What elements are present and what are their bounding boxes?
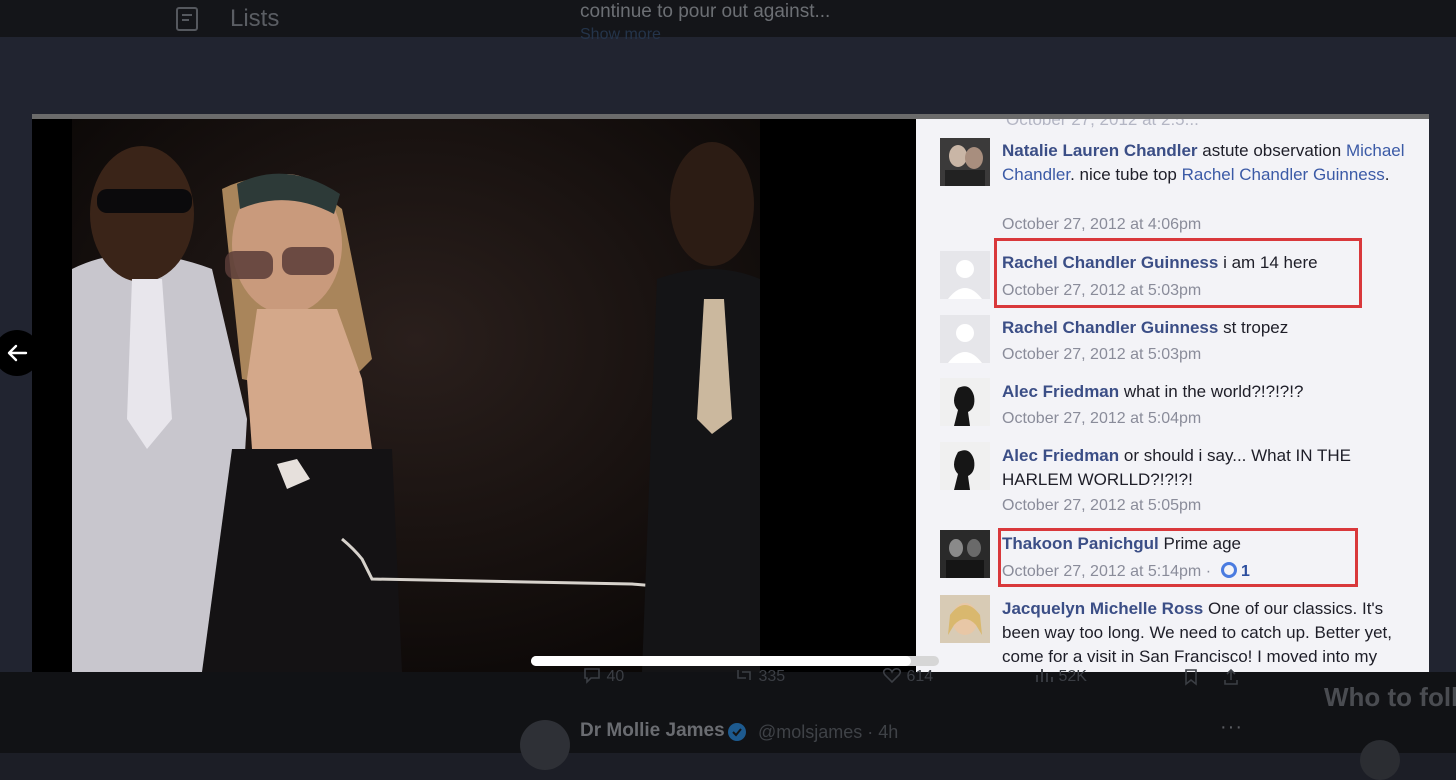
comment-date: October 27, 2012 at 4:06pm — [1002, 216, 1202, 233]
heart-icon — [882, 668, 902, 684]
commenter-name[interactable]: Thakoon Panichgul — [1002, 534, 1159, 553]
comment-body: Jacquelyn Michelle Ross One of our class… — [1002, 599, 1392, 666]
avatar — [940, 530, 990, 578]
comment-date: October 27, 2012 at 5:03pm — [1002, 282, 1202, 299]
comment-body: Rachel Chandler Guinness i am 14 here — [1002, 253, 1318, 272]
retweet-icon — [737, 670, 751, 680]
reply-icon — [584, 668, 600, 684]
like-count[interactable]: 1 — [1241, 563, 1250, 580]
retweet-action[interactable]: 335 — [734, 666, 785, 686]
avatar[interactable] — [1360, 740, 1400, 780]
lists-icon — [176, 7, 198, 31]
avatar — [940, 595, 990, 643]
comment-body: Natalie Lauren Chandler astute observati… — [1002, 141, 1405, 184]
commenter-name[interactable]: Jacquelyn Michelle Ross — [1002, 599, 1203, 618]
comments-screenshot: October 27, 2012 at 2:5... Natalie Laure… — [916, 119, 1429, 672]
like-action[interactable]: 614 — [882, 666, 933, 686]
avatar — [940, 442, 990, 490]
comment-body: Thakoon Panichgul Prime age — [1002, 534, 1241, 553]
photo-image — [72, 119, 760, 672]
share-icon[interactable] — [1222, 668, 1240, 686]
comment-body: Alec Friedman or should i say... What IN… — [1002, 446, 1351, 489]
media-viewer: October 27, 2012 at 2:5... Natalie Laure… — [32, 114, 1429, 672]
comment-date: October 27, 2012 at 5:03pm — [1002, 346, 1202, 363]
who-to-follow-heading: Who to foll — [1324, 682, 1456, 712]
avatar[interactable] — [520, 720, 570, 770]
more-options-icon[interactable]: ··· — [1220, 716, 1243, 739]
reply-author-handle[interactable]: @molsjames · 4h — [758, 722, 898, 743]
comment-body: Alec Friedman what in the world?!?!?!? — [1002, 382, 1304, 401]
commenter-name[interactable]: Rachel Chandler Guinness — [1002, 318, 1218, 337]
bookmark-icon[interactable] — [1182, 668, 1200, 686]
nav-lists-label[interactable]: Lists — [230, 5, 279, 33]
views-action[interactable]: 52K — [1034, 666, 1087, 686]
commenter-name[interactable]: Alec Friedman — [1002, 382, 1119, 401]
media-scrollbar-thumb[interactable] — [531, 656, 911, 666]
arrow-left-icon — [7, 344, 28, 362]
avatar — [940, 378, 990, 426]
commenter-name[interactable]: Natalie Lauren Chandler — [1002, 141, 1198, 160]
commenter-name[interactable]: Alec Friedman — [1002, 446, 1119, 465]
comment-date: October 27, 2012 at 5:04pm — [1002, 410, 1202, 427]
tweet-text-snippet: continue to pour out against... — [580, 1, 831, 22]
default-avatar-icon — [940, 315, 990, 363]
reply-author-name[interactable]: Dr Mollie James — [580, 720, 725, 742]
comment-body: Rachel Chandler Guinness st tropez — [1002, 318, 1289, 337]
reply-action[interactable]: 40 — [582, 666, 624, 686]
verified-badge-icon — [728, 723, 746, 741]
default-avatar-icon — [940, 251, 990, 299]
avatar — [940, 138, 990, 186]
show-more-link[interactable]: Show more — [580, 26, 661, 44]
views-icon — [1036, 669, 1053, 682]
cut-off-date: October 27, 2012 at 2:5... — [1006, 119, 1199, 129]
mention-link[interactable]: Rachel Chandler Guinness — [1182, 165, 1385, 184]
comment-date: October 27, 2012 at 5:14pm · 1 — [1002, 562, 1250, 580]
commenter-name[interactable]: Rachel Chandler Guinness — [1002, 253, 1218, 272]
like-icon — [1221, 562, 1238, 578]
comment-date: October 27, 2012 at 5:05pm — [1002, 497, 1202, 514]
